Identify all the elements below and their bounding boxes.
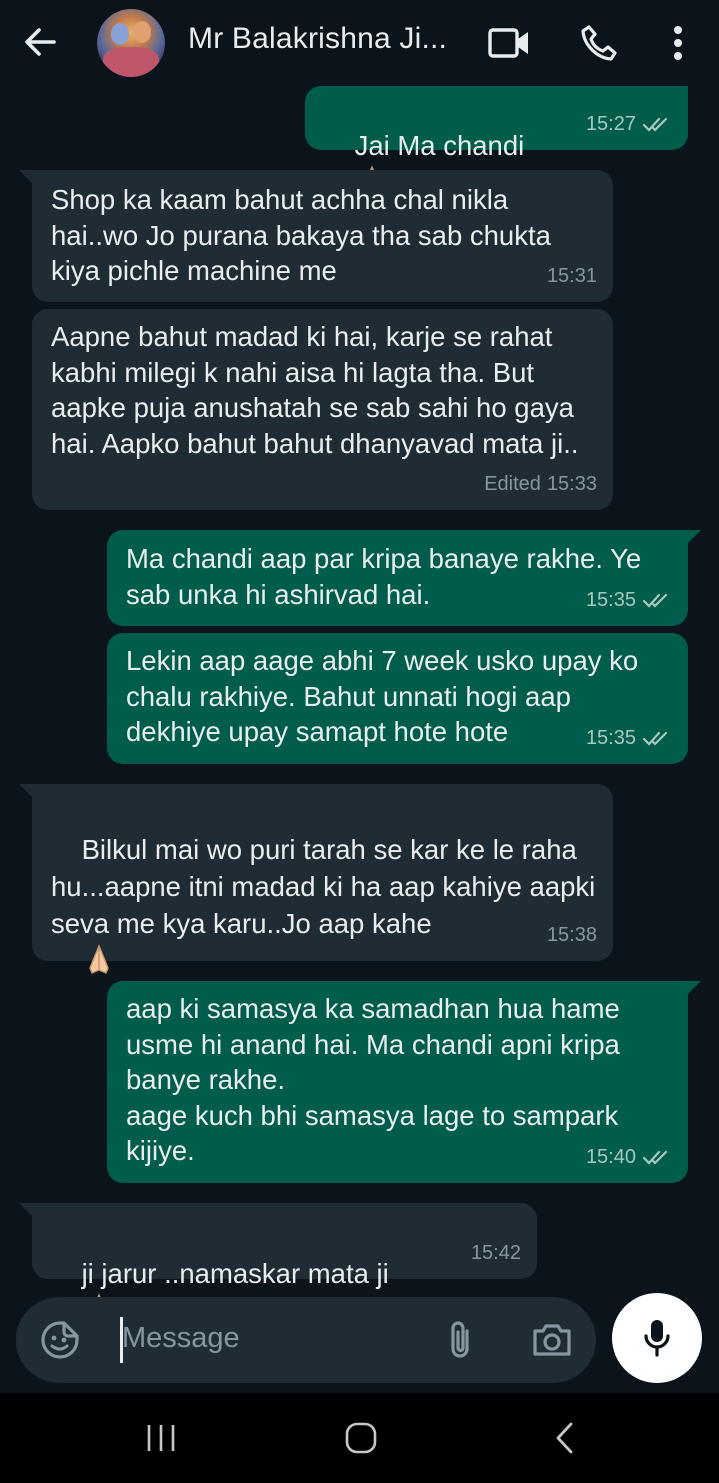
message-bubble-outgoing[interactable]: aap ki samasya ka samadhan hua hame usme… (107, 981, 701, 1183)
double-check-icon (642, 1151, 668, 1165)
message-time: 15:42 (470, 1241, 521, 1264)
double-check-icon (642, 594, 668, 608)
back-nav-button[interactable] (540, 1413, 590, 1463)
arrow-left-icon (25, 28, 56, 56)
sticker-smiley-icon (41, 1321, 79, 1359)
recents-button[interactable] (136, 1413, 186, 1463)
avatar-figure (103, 47, 159, 77)
message-bubble-outgoing[interactable]: Jai Ma chandi 15:27 (305, 86, 688, 195)
voice-call-button[interactable] (576, 20, 622, 66)
menu-button[interactable] (655, 20, 701, 66)
camera-button[interactable] (530, 1318, 574, 1362)
paperclip-icon (451, 1321, 469, 1358)
bubble-tail (683, 530, 701, 548)
message-text: ji jarur ..namaskar mata ji (81, 1257, 389, 1289)
message-time: 15:27 (585, 112, 636, 135)
message-text: Jai Ma chandi (354, 129, 525, 161)
chevron-left-icon (556, 1422, 573, 1454)
recents-icon (147, 1425, 175, 1451)
message-time: 15:40 (585, 1145, 636, 1168)
message-bubble-outgoing[interactable]: Lekin aap aage abhi 7 week usko upay ko … (107, 633, 688, 764)
message-bubble-incoming[interactable]: Shop ka kaam bahut achha chal nikla hai.… (19, 170, 613, 302)
double-check-icon (642, 118, 668, 132)
double-check-icon (642, 732, 668, 746)
message-bubble-incoming[interactable]: Bilkul mai wo puri tarah se kar ke le ra… (19, 784, 613, 974)
message-bubble-outgoing[interactable]: Ma chandi aap par kripa banaye rakhe. Ye… (107, 530, 701, 626)
voice-message-button[interactable] (612, 1293, 702, 1383)
bubble-tail (19, 1203, 37, 1221)
camera-icon (533, 1324, 571, 1356)
contact-name[interactable]: Mr Balakrishna Ji... (188, 22, 447, 56)
bubble-tail (19, 784, 37, 802)
chat-header: Mr Balakrishna Ji... (0, 0, 719, 92)
message-bubble-incoming[interactable]: Aapne bahut madad ki hai, karje se rahat… (32, 309, 613, 510)
message-input[interactable]: Message (122, 1322, 240, 1355)
message-time: 15:31 (546, 264, 597, 287)
video-call-icon (488, 28, 528, 58)
message-bubble-incoming[interactable]: ji jarur ..namaskar mata ji 15:42 (19, 1203, 537, 1323)
message-time: 15:35 (585, 588, 636, 611)
home-button[interactable] (336, 1413, 386, 1463)
bubble-tail (683, 981, 701, 999)
contact-avatar[interactable] (97, 9, 165, 77)
system-navigation-bar (0, 1393, 719, 1483)
phone-icon (581, 25, 617, 61)
video-call-button[interactable] (486, 20, 532, 66)
message-text: Bilkul mai wo puri tarah se kar ke le ra… (51, 834, 603, 939)
message-text: Shop ka kaam bahut achha chal nikla hai.… (51, 184, 559, 286)
avatar-figure (133, 21, 151, 43)
back-button[interactable] (20, 22, 70, 62)
message-text: Ma chandi aap par kripa banaye rakhe. Ye… (126, 543, 649, 610)
avatar-figure (111, 23, 129, 45)
message-text: Aapne bahut madad ki hai, karje se rahat… (51, 321, 582, 459)
message-time: 15:38 (546, 923, 597, 946)
edited-label: Edited (484, 472, 541, 495)
message-time: 15:33 (546, 472, 597, 495)
home-icon (345, 1422, 377, 1454)
emoji-button[interactable] (38, 1318, 82, 1362)
attach-button[interactable] (438, 1318, 482, 1362)
microphone-icon (644, 1320, 670, 1357)
message-composer[interactable]: Message (16, 1297, 596, 1383)
more-vert-icon (674, 26, 682, 60)
folded-hands-emoji-icon (88, 944, 109, 974)
message-time: 15:35 (585, 726, 636, 749)
bubble-tail (19, 170, 37, 188)
